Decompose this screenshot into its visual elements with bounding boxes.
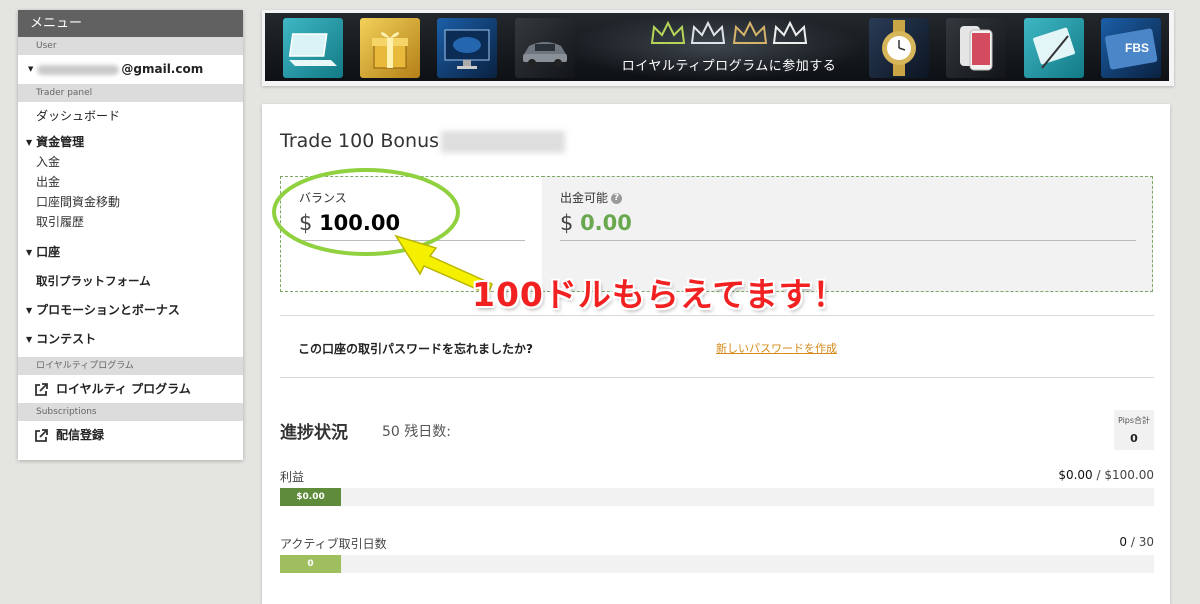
fbs-card-icon: FBS — [1101, 18, 1161, 78]
sidebar-group-funds[interactable]: ▼ 資金管理 — [18, 132, 243, 152]
active-days-current: 0 — [1119, 535, 1128, 549]
withdrawable-label: 出金可能? — [560, 189, 623, 206]
profit-label: 利益 — [280, 470, 305, 484]
pips-value: 0 — [1130, 432, 1138, 445]
annotation-text: 100ドルもらえてます！ — [472, 275, 847, 314]
gift-box-icon — [360, 18, 420, 78]
sidebar-group-label: 口座 — [36, 245, 61, 259]
profit-progress-bar: $0.00 — [280, 488, 1154, 506]
divider — [299, 240, 525, 241]
profit-value: $0.00 / $100.00 — [1058, 468, 1154, 482]
pips-label: Pips合計 — [1117, 416, 1151, 425]
caret-down-icon: ▼ — [28, 65, 34, 73]
active-days-target: / 30 — [1130, 535, 1154, 549]
sidebar-group-label: コンテスト — [36, 332, 97, 346]
balance-label: バランス — [299, 191, 347, 205]
sidebar-group-label: プロモーションとボーナス — [36, 303, 180, 317]
user-email: @gmail.com — [121, 62, 204, 76]
withdrawable-amount: $ 0.00 — [560, 211, 632, 235]
sidebar-group-promotions[interactable]: ▼ プロモーションとボーナス — [18, 300, 243, 320]
watch-icon — [869, 18, 929, 78]
banner-text: ロイヤルティプログラムに参加する — [621, 59, 837, 74]
section-subscriptions: Subscriptions — [18, 403, 243, 421]
divider — [560, 240, 1136, 241]
fbs-logo-text: FBS — [1125, 41, 1149, 55]
banner-image: ロイヤルティプログラムに参加する FBS — [265, 13, 1169, 81]
menu-title: メニュー — [18, 10, 243, 37]
active-days-label: アクティブ取引日数 — [280, 537, 387, 551]
account-title-text: Trade 100 Bonus — [280, 130, 440, 152]
currency-symbol: $ — [560, 211, 574, 235]
triangle-down-icon: ▼ — [26, 334, 33, 344]
tablet-icon — [1024, 18, 1084, 78]
currency-symbol: $ — [299, 211, 313, 235]
sidebar-group-accounts[interactable]: ▼ 口座 — [18, 242, 243, 262]
profit-progress-fill: $0.00 — [280, 488, 341, 506]
active-days-progress-bar: 0 — [280, 555, 1154, 573]
sidebar-link-label: ロイヤルティ プログラム — [56, 382, 191, 396]
create-password-link[interactable]: 新しいパスワードを作成 — [716, 340, 837, 356]
profit-current: $0.00 — [1058, 468, 1093, 482]
sidebar-item-dashboard[interactable]: ダッシュボード — [18, 106, 243, 126]
divider — [280, 377, 1154, 378]
days-remaining: 50 残日数: — [382, 424, 451, 440]
withdrawable-value: 0.00 — [580, 211, 632, 235]
active-days-value: 0 / 30 — [1119, 535, 1154, 549]
sidebar-group-contests[interactable]: ▼ コンテスト — [18, 329, 243, 349]
triangle-down-icon: ▼ — [26, 305, 33, 315]
sidebar-item-deposit[interactable]: 入金 — [18, 152, 243, 172]
sidebar-link-loyalty[interactable]: ロイヤルティ プログラム — [18, 375, 243, 403]
sidebar-item-transfer[interactable]: 口座間資金移動 — [18, 192, 243, 212]
sidebar-item-platforms[interactable]: 取引プラットフォーム — [18, 271, 243, 291]
triangle-down-icon: ▼ — [26, 137, 33, 147]
sidebar-link-subscribe[interactable]: 配信登録 — [18, 421, 243, 449]
balance-value: 100.00 — [319, 211, 401, 235]
progress-title: 進捗状況 — [280, 423, 348, 443]
password-question: この口座の取引パスワードを忘れましたか? — [298, 342, 533, 356]
account-title: Trade 100 Bonus — [280, 130, 566, 153]
active-days-progress-fill: 0 — [280, 555, 341, 573]
redacted-email — [37, 64, 120, 75]
section-trader-panel: Trader panel — [18, 84, 243, 102]
user-dropdown[interactable]: ▼ @gmail.com — [18, 55, 243, 84]
sidebar-menu: メニュー User ▼ @gmail.com Trader panel ダッシュボ… — [18, 10, 243, 460]
section-loyalty: ロイヤルティプログラム — [18, 357, 243, 375]
triangle-down-icon: ▼ — [26, 247, 33, 257]
profit-target: / $100.00 — [1096, 468, 1154, 482]
sidebar-item-history[interactable]: 取引履歴 — [18, 212, 243, 232]
crowns-graphic — [650, 20, 808, 44]
loyalty-banner[interactable]: ロイヤルティプログラムに参加する FBS — [262, 10, 1174, 86]
sidebar-group-label: 資金管理 — [36, 135, 85, 149]
section-user: User — [18, 37, 243, 55]
balance-amount: $ 100.00 — [299, 211, 400, 235]
car-icon — [515, 18, 575, 78]
redacted-account-number — [441, 130, 566, 153]
monitor-icon — [437, 18, 497, 78]
laptop-icon — [283, 18, 343, 78]
withdrawable-label-text: 出金可能 — [560, 191, 609, 205]
external-link-icon — [35, 428, 48, 442]
external-link-icon — [35, 382, 48, 396]
smartphone-icon — [946, 18, 1006, 78]
pips-total-box: Pips合計 0 — [1114, 410, 1154, 450]
sidebar-item-withdraw[interactable]: 出金 — [18, 172, 243, 192]
account-panel: Trade 100 Bonus バランス $ 100.00 出金可能? $ 0.… — [262, 104, 1170, 604]
help-icon[interactable]: ? — [611, 193, 623, 204]
sidebar-link-label: 配信登録 — [56, 428, 105, 442]
